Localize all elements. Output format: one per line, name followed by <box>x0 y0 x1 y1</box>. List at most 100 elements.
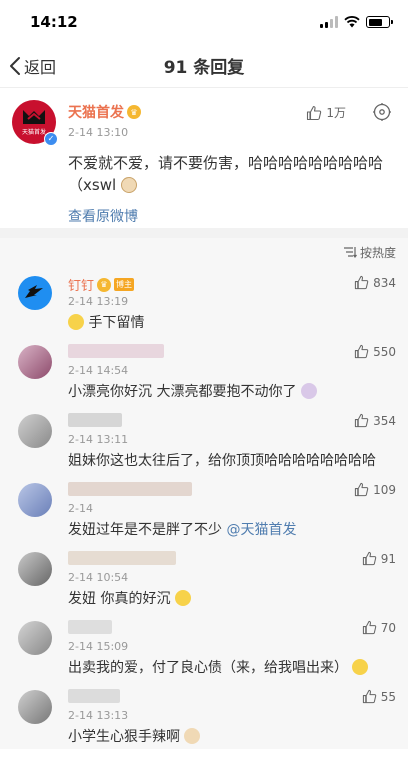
comment-like-count: 70 <box>380 620 396 635</box>
main-post: 天猫首发 ✓ 天猫首发 ♛ 2-14 13:10 1万 不爱就不爱，请不要伤害，… <box>0 88 408 228</box>
comment-time: 2-14 10:54 <box>68 571 129 584</box>
comment-text-body: 发妞 你真的好沉 <box>68 591 171 607</box>
comment-item: 2-14 发妞过年是不是胖了不少 @天猫首发 109 <box>0 473 408 542</box>
chevron-left-icon <box>10 56 20 75</box>
thumbs-up-icon <box>354 344 369 359</box>
sticker-emoji-icon <box>300 383 317 399</box>
sort-toggle[interactable]: 按热度 <box>0 238 408 266</box>
comment-avatar[interactable] <box>18 345 52 379</box>
back-label: 返回 <box>24 57 57 77</box>
nav-bar: 返回 91 条回复 <box>0 44 408 88</box>
comment-item: 2-14 15:09 出卖我的爱，付了良心债（来，给我唱出来） 70 <box>0 611 408 680</box>
comment-time: 2-14 15:09 <box>68 640 129 653</box>
signal-icon <box>320 16 338 28</box>
avatar-label: 天猫首发 <box>21 129 46 136</box>
comment-text: 出卖我的爱，付了良心债（来，给我唱出来） <box>68 657 369 677</box>
comment-like-count: 55 <box>380 689 396 704</box>
crown-icon: ♛ <box>127 105 141 119</box>
comment-like-button[interactable]: 834 <box>354 275 396 290</box>
comment-text-body: 手下留情 <box>88 315 145 331</box>
status-icons <box>320 16 393 28</box>
comment-text: 小漂亮你好沉 大漂亮都要抱不动你了 <box>68 381 317 401</box>
blurred-author-name <box>68 551 176 565</box>
thumbs-up-icon <box>354 275 369 290</box>
sort-icon <box>343 247 357 258</box>
wifi-icon <box>344 16 360 28</box>
comment-avatar[interactable] <box>18 552 52 586</box>
comment-like-button[interactable]: 70 <box>362 620 396 635</box>
thumbs-up-icon <box>362 689 376 704</box>
mention-link[interactable]: @天猫首发 <box>226 522 296 538</box>
blurred-author-name <box>68 413 122 427</box>
comment-time: 2-14 13:11 <box>68 433 129 446</box>
post-like-button[interactable]: 1万 <box>306 104 346 121</box>
post-author-name: 天猫首发 <box>68 105 124 121</box>
comment-author[interactable] <box>68 689 120 703</box>
comment-text: 小学生心狠手辣啊 <box>68 726 201 746</box>
comment-like-button[interactable]: 109 <box>354 482 396 497</box>
section-divider <box>0 228 408 238</box>
post-time: 2-14 13:10 <box>68 126 129 139</box>
comment-text: 发妞过年是不是胖了不少 @天猫首发 <box>68 519 296 539</box>
post-text: 不爱就不爱，请不要伤害，哈哈哈哈哈哈哈哈哈（xswl <box>68 146 394 196</box>
comment-like-button[interactable]: 550 <box>354 344 396 359</box>
comment-list: 钉钉 ♛ 博主 2-14 13:19 手下留情 834 2-14 14:54 小… <box>0 266 408 749</box>
status-time: 14:12 <box>30 13 78 31</box>
cat-emoji-icon <box>120 177 137 193</box>
comment-author[interactable]: 钉钉 ♛ 博主 <box>68 275 135 294</box>
post-avatar[interactable]: 天猫首发 ✓ <box>12 100 58 146</box>
sort-label: 按热度 <box>359 245 396 260</box>
comment-avatar[interactable] <box>18 690 52 724</box>
comment-like-count: 109 <box>373 482 396 497</box>
post-like-count: 1万 <box>326 106 346 120</box>
smile-emoji-icon <box>352 659 369 675</box>
page-title: 91 条回复 <box>163 58 245 78</box>
status-bar: 14:12 <box>0 0 408 44</box>
comment-time: 2-14 13:19 <box>68 295 129 308</box>
view-original-link[interactable]: 查看原微博 <box>68 206 394 226</box>
comment-like-button[interactable]: 55 <box>362 689 396 704</box>
comment-like-count: 834 <box>373 275 396 290</box>
comment-text-body: 小漂亮你好沉 大漂亮都要抱不动你了 <box>68 384 297 400</box>
dingtalk-logo-icon <box>25 285 43 298</box>
grinning-emoji-icon <box>174 590 191 606</box>
comment-like-button[interactable]: 354 <box>354 413 396 428</box>
owner-tag: 博主 <box>114 278 135 291</box>
comment-text: 发妞 你真的好沉 <box>68 588 191 608</box>
back-button[interactable]: 返回 <box>0 44 56 87</box>
comment-text: 手下留情 <box>68 312 144 332</box>
comment-like-count: 91 <box>380 551 396 566</box>
comment-avatar[interactable] <box>18 621 52 655</box>
comment-author[interactable] <box>68 413 122 427</box>
comment-time: 2-14 14:54 <box>68 364 129 377</box>
comment-author[interactable] <box>68 344 164 358</box>
thumbs-up-icon <box>362 620 376 635</box>
more-options-icon[interactable] <box>370 100 394 124</box>
comment-avatar[interactable] <box>18 276 52 310</box>
blurred-author-name <box>68 689 120 703</box>
thumbs-up-icon <box>354 482 369 497</box>
battery-icon <box>366 16 393 28</box>
comment-text-body: 小学生心狠手辣啊 <box>68 729 180 745</box>
sticker-emoji-icon <box>184 728 201 744</box>
comment-text-body: 姐妹你这也太往后了，给你顶顶哈哈哈哈哈哈哈哈 <box>68 453 376 469</box>
comment-avatar[interactable] <box>18 483 52 517</box>
comment-item: 2-14 13:13 小学生心狠手辣啊 55 <box>0 680 408 749</box>
comment-time: 2-14 13:13 <box>68 709 129 722</box>
comment-author[interactable] <box>68 482 192 496</box>
comment-avatar[interactable] <box>18 414 52 448</box>
tmall-logo-icon <box>23 110 45 124</box>
thumbs-up-icon <box>307 105 322 120</box>
thumbs-up-icon <box>362 551 376 566</box>
comment-author[interactable] <box>68 620 112 634</box>
thumbs-up-icon <box>354 413 369 428</box>
crying-emoji-icon <box>68 314 84 330</box>
post-header: 天猫首发 ♛ 2-14 13:10 1万 <box>68 100 394 146</box>
comment-item: 2-14 14:54 小漂亮你好沉 大漂亮都要抱不动你了 550 <box>0 335 408 404</box>
comment-text-body: 出卖我的爱，付了良心债（来，给我唱出来） <box>68 660 348 676</box>
comment-time: 2-14 <box>68 502 93 515</box>
comment-item: 2-14 13:11 姐妹你这也太往后了，给你顶顶哈哈哈哈哈哈哈哈 354 <box>0 404 408 473</box>
comment-like-button[interactable]: 91 <box>362 551 396 566</box>
comment-item: 2-14 10:54 发妞 你真的好沉 91 <box>0 542 408 611</box>
comment-author[interactable] <box>68 551 176 565</box>
